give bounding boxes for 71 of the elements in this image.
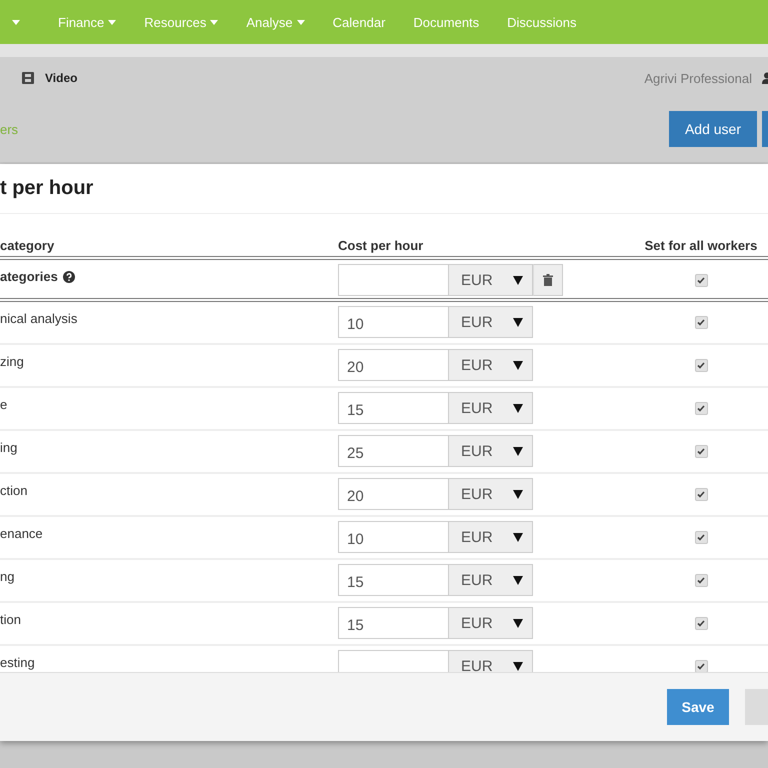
- video-link[interactable]: Video: [22, 71, 78, 85]
- checkbox[interactable]: [694, 402, 708, 415]
- cost-input[interactable]: 10: [338, 306, 449, 338]
- all-categories-label: ategories: [0, 269, 58, 284]
- check-icon: [697, 362, 705, 369]
- currency-select[interactable]: EUR: [449, 349, 533, 381]
- cost-input[interactable]: 20: [338, 478, 449, 510]
- cost-input[interactable]: 15: [338, 607, 449, 639]
- help-icon[interactable]: [62, 270, 75, 282]
- currency-select[interactable]: EUR: [449, 607, 533, 639]
- column-header: category: [0, 238, 56, 253]
- add-user-button[interactable]: Add user: [669, 111, 757, 147]
- film-icon: [22, 72, 34, 84]
- category-name: e: [0, 397, 8, 412]
- caret-icon: [513, 618, 523, 628]
- category-name: esting: [0, 655, 35, 670]
- check-icon: [697, 663, 705, 670]
- column-header: Cost per hour: [338, 238, 424, 253]
- cost-input[interactable]: 10: [338, 521, 449, 553]
- save-button[interactable]: Save: [667, 689, 729, 725]
- check-icon: [697, 620, 705, 627]
- caret-icon: [513, 360, 523, 370]
- currency-select[interactable]: EUR: [449, 392, 533, 424]
- caret-icon: [513, 490, 523, 498]
- category-name: zing: [0, 354, 24, 369]
- currency-select[interactable]: EUR: [449, 564, 533, 596]
- currency-select[interactable]: EUR: [449, 435, 533, 467]
- checkbox[interactable]: [694, 488, 708, 501]
- category-name: nical analysis: [0, 311, 78, 326]
- checkbox[interactable]: [694, 617, 708, 630]
- category-name: ing: [0, 440, 18, 455]
- currency-select[interactable]: EUR: [449, 478, 533, 510]
- check-icon: [697, 491, 705, 498]
- column-header: Set for all workers: [644, 238, 758, 253]
- caret-icon: [513, 576, 523, 584]
- caret-icon: [513, 532, 523, 542]
- check-icon: [697, 448, 705, 455]
- caret-icon: [513, 404, 523, 412]
- currency-select[interactable]: EUR: [449, 521, 533, 553]
- caret-icon: [513, 276, 523, 284]
- currency-select[interactable]: EUR: [449, 306, 533, 338]
- cost-input[interactable]: [338, 264, 449, 296]
- checkbox[interactable]: [694, 531, 708, 544]
- cost-input[interactable]: 15: [338, 392, 449, 424]
- caret-icon: [12, 20, 20, 24]
- checkbox[interactable]: [694, 574, 708, 587]
- check-icon: [697, 405, 705, 412]
- modal-title: t per hour: [0, 164, 768, 214]
- check-icon: [697, 319, 705, 326]
- account-name: Agrivi Professional: [644, 70, 752, 86]
- checkbox[interactable]: [694, 316, 708, 329]
- caret-icon: [513, 446, 523, 456]
- category-name: enance: [0, 526, 43, 541]
- delete-button[interactable]: [533, 264, 563, 296]
- check-icon: [697, 534, 705, 541]
- check-icon: [697, 577, 705, 584]
- checkbox[interactable]: [694, 445, 708, 458]
- cost-input[interactable]: 15: [338, 564, 449, 596]
- checkbox[interactable]: [694, 660, 708, 672]
- cost-input[interactable]: 20: [338, 349, 449, 381]
- check-icon: [697, 277, 705, 284]
- cost-input[interactable]: 25: [338, 435, 449, 467]
- currency-select[interactable]: EUR: [449, 264, 533, 296]
- category-name: ction: [0, 483, 28, 498]
- checkbox[interactable]: [694, 274, 708, 287]
- trash-icon: [543, 274, 553, 286]
- currency-select[interactable]: EUR: [449, 650, 533, 672]
- category-name: tion: [0, 612, 21, 627]
- caret-icon: [513, 318, 523, 326]
- category-name: ng: [0, 569, 14, 584]
- checkbox[interactable]: [694, 359, 708, 372]
